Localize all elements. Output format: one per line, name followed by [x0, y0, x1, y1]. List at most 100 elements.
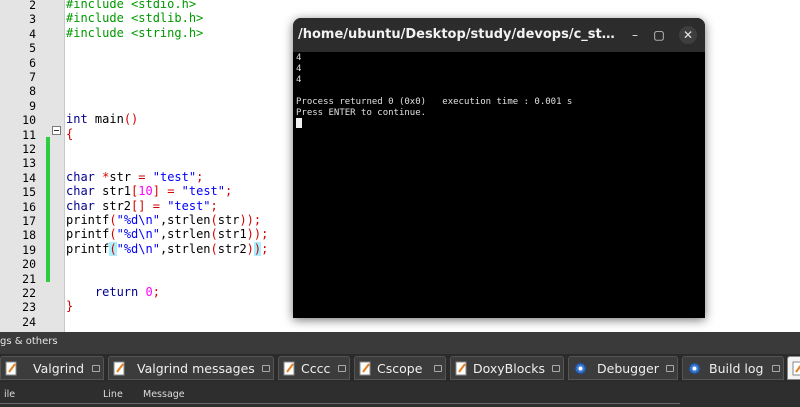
code-line[interactable]: #include <stdlib.h>	[66, 11, 203, 25]
gear-icon	[574, 362, 587, 375]
close-tab-icon[interactable]	[434, 365, 442, 372]
header-divider	[0, 403, 680, 404]
code-line[interactable]: {	[66, 127, 73, 141]
code-line[interactable]: printf("%d\n",strlen(str));	[66, 213, 261, 227]
code-token: ,strlen	[159, 241, 211, 256]
line-number: 5	[29, 41, 36, 56]
line-number: 6	[29, 55, 36, 70]
log-file-icon	[5, 361, 17, 376]
close-tab-icon[interactable]	[666, 365, 674, 372]
close-tab-icon[interactable]	[552, 365, 560, 372]
code-line[interactable]: return 0;	[66, 285, 160, 299]
code-line[interactable]: int main()	[66, 112, 138, 126]
column-header-message[interactable]: Message	[143, 389, 185, 400]
line-number: 22	[22, 286, 36, 300]
tab-label: Cscope	[377, 361, 423, 376]
change-marker	[46, 137, 50, 282]
code-token: ;	[261, 241, 269, 256]
line-number: 11	[22, 127, 36, 142]
code-token: "test"	[181, 184, 226, 199]
log-file-icon	[283, 361, 295, 376]
code-token: ;	[225, 184, 233, 199]
code-token: int	[66, 112, 88, 127]
code-token: printf	[66, 213, 110, 227]
close-tab-icon[interactable]	[772, 365, 780, 372]
output-line: 4	[296, 53, 302, 63]
fold-toggle-icon[interactable]	[52, 126, 61, 135]
close-tab-icon[interactable]	[262, 365, 270, 372]
code-token: ()	[123, 112, 139, 127]
line-number: 3	[29, 12, 36, 27]
close-tab-icon[interactable]	[92, 365, 100, 372]
code-line[interactable]: char str1[10] = "test";	[66, 184, 232, 198]
panel-title: gs & others	[0, 336, 58, 347]
tab-cscope[interactable]: Cscope	[354, 356, 446, 380]
code-token: []	[131, 198, 146, 213]
code-token: "test"	[152, 169, 197, 184]
output-line: 4	[296, 64, 302, 74]
tab-label: Valgrind messages	[137, 361, 255, 376]
close-button[interactable]: ✕	[679, 26, 697, 44]
tab-valgrind-messages[interactable]: Valgrind messages	[108, 356, 274, 380]
column-header-line[interactable]: Line	[103, 389, 123, 400]
code-token: str2	[217, 241, 247, 256]
code-token: (	[109, 227, 117, 242]
line-number: 9	[29, 98, 36, 113]
tab-doxyblocks[interactable]: DoxyBlocks	[450, 356, 564, 380]
minimize-button[interactable]: –	[626, 26, 644, 44]
column-header-file[interactable]: ile	[4, 389, 15, 400]
code-token: ));	[246, 227, 269, 242]
line-number: 2	[29, 0, 36, 12]
gear-icon	[688, 362, 701, 375]
line-number: 4	[29, 26, 36, 41]
code-token: =	[138, 169, 146, 184]
line-number: 12	[22, 142, 36, 156]
code-token: str1	[217, 227, 247, 242]
code-token: (	[210, 241, 218, 256]
line-number: 13	[22, 156, 36, 171]
line-number: 18	[22, 228, 36, 243]
tab-build-log[interactable]: Build log	[682, 356, 784, 380]
code-token: 0	[145, 285, 153, 299]
code-token: "%d\n"	[116, 213, 160, 227]
code-line[interactable]: printf("%d\n",strlen(str2));	[66, 241, 269, 256]
terminal-title: /home/ubuntu/Desktop/study/devops/c_stud…	[298, 27, 623, 42]
tab-valgrind[interactable]: Valgrind	[0, 356, 104, 380]
code-token: (	[210, 213, 218, 227]
terminal-titlebar[interactable]: /home/ubuntu/Desktop/study/devops/c_stud…	[293, 18, 705, 52]
code-token: str1	[94, 184, 132, 199]
log-file-icon	[792, 361, 800, 376]
code-line[interactable]: char str2[] = "test";	[66, 199, 218, 213]
code-line[interactable]: }	[66, 299, 73, 313]
code-token: "%d\n"	[116, 241, 160, 256]
tab-debugger[interactable]: Debugger	[568, 356, 678, 380]
code-token: ,strlen	[159, 227, 211, 242]
code-line[interactable]: printf("%d\n",strlen(str1));	[66, 227, 268, 241]
code-token: #include <string.h>	[66, 25, 204, 40]
terminal-output[interactable]: 4 4 4 Process returned 0 (0x0) execution…	[296, 53, 705, 318]
code-line[interactable]: #include <string.h>	[66, 26, 203, 40]
code-token: char	[66, 198, 95, 213]
code-line[interactable]: char *str = "test";	[66, 170, 203, 184]
line-number: 19	[22, 242, 36, 257]
code-token: ;	[196, 169, 204, 184]
code-token: )	[246, 241, 254, 256]
log-file-icon	[359, 361, 371, 376]
tab-label: Build log	[709, 361, 764, 376]
terminal-window[interactable]: /home/ubuntu/Desktop/study/devops/c_stud…	[293, 18, 705, 318]
tab-build-messages[interactable]	[787, 356, 800, 380]
close-tab-icon[interactable]	[338, 365, 346, 372]
line-number-gutter: 2 3 4 5 6 7 8 9 10 11 12 13 14 15 16 17 18 19 20 21 22 23 24	[0, 0, 65, 332]
line-number: 15	[22, 185, 36, 200]
maximize-button[interactable]: ▢	[650, 26, 668, 44]
output-line: Press ENTER to continue.	[296, 108, 427, 118]
tab-label: Debugger	[597, 361, 659, 376]
tab-cccc[interactable]: Cccc	[278, 356, 350, 380]
code-token: 10	[138, 184, 153, 199]
tab-label: Valgrind	[33, 361, 85, 376]
code-line[interactable]: #include <stdio.h>	[66, 0, 196, 11]
